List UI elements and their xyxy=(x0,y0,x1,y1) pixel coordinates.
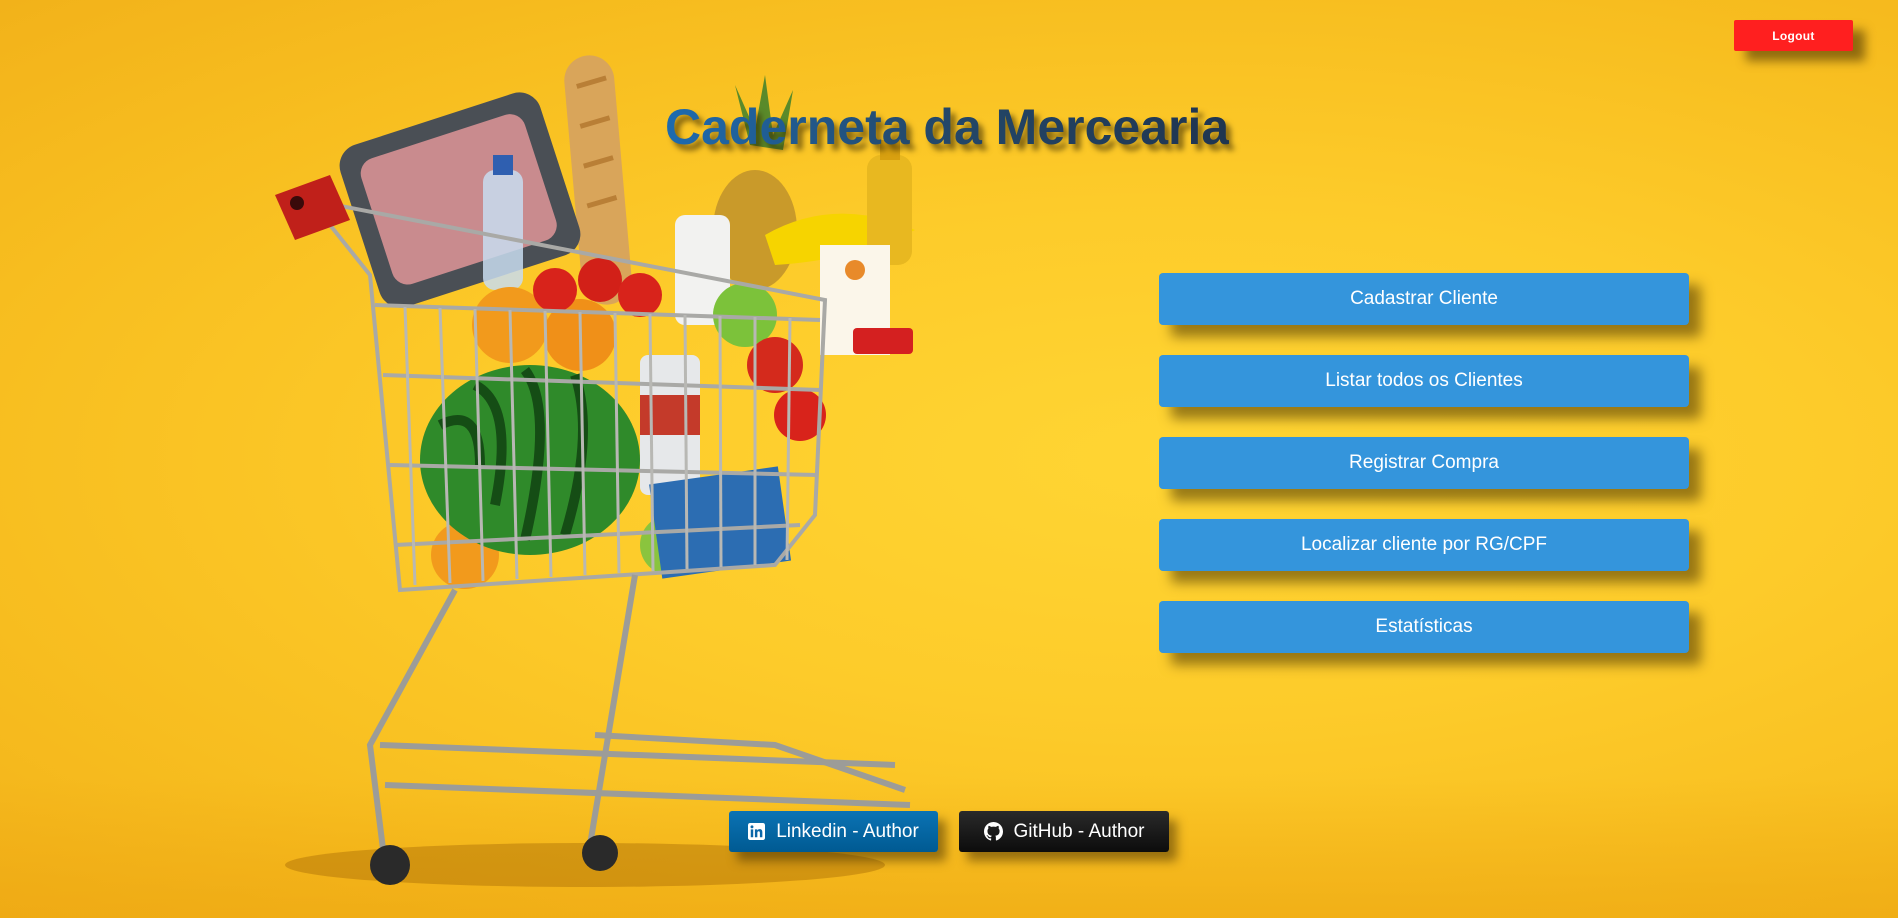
cadastrar-cliente-button[interactable]: Cadastrar Cliente xyxy=(1159,273,1689,325)
github-icon xyxy=(983,822,1003,841)
page-title: Caderneta da Mercearia xyxy=(665,99,1230,155)
estatisticas-button[interactable]: Estatísticas xyxy=(1159,601,1689,653)
shopping-cart-illustration xyxy=(275,55,915,887)
github-author-label: GitHub - Author xyxy=(1013,820,1145,842)
main-menu: Cadastrar Cliente Listar todos os Client… xyxy=(1159,273,1689,683)
github-author-link[interactable]: GitHub - Author xyxy=(959,811,1169,852)
linkedin-author-link[interactable]: Linkedin - Author xyxy=(729,811,938,852)
linkedin-author-label: Linkedin - Author xyxy=(776,820,919,842)
logout-button[interactable]: Logout xyxy=(1734,20,1853,51)
localizar-cliente-button[interactable]: Localizar cliente por RG/CPF xyxy=(1159,519,1689,571)
registrar-compra-button[interactable]: Registrar Compra xyxy=(1159,437,1689,489)
linkedin-icon xyxy=(748,823,766,840)
listar-clientes-button[interactable]: Listar todos os Clientes xyxy=(1159,355,1689,407)
